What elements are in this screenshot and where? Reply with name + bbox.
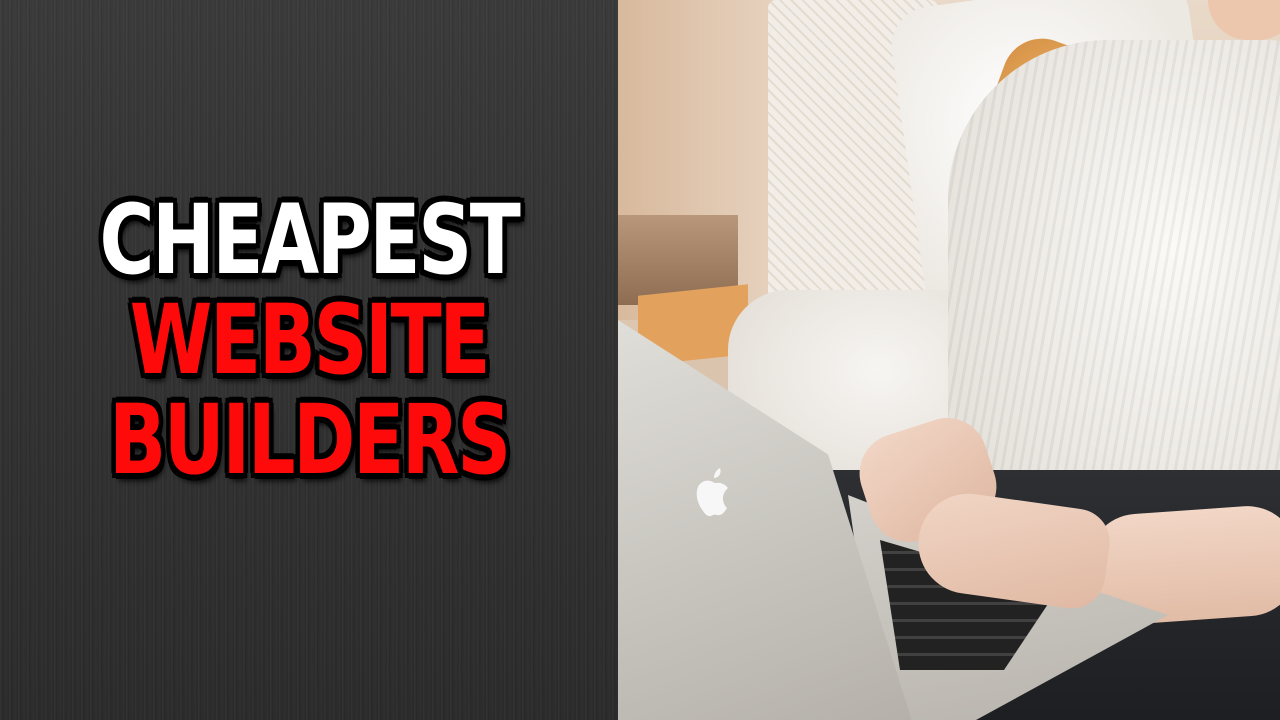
thumbnail-title: CHEAPEST WEBSITE BUILDERS (0, 192, 618, 492)
title-line-builders: BUILDERS (109, 384, 511, 496)
face (1208, 0, 1280, 40)
laptop-photo (618, 0, 1280, 720)
apple-logo-icon (696, 468, 728, 517)
title-line-cheapest: CHEAPEST (99, 184, 520, 296)
brushed-metal-panel: CHEAPEST WEBSITE BUILDERS (0, 0, 618, 720)
title-line-website: WEBSITE (129, 284, 491, 396)
